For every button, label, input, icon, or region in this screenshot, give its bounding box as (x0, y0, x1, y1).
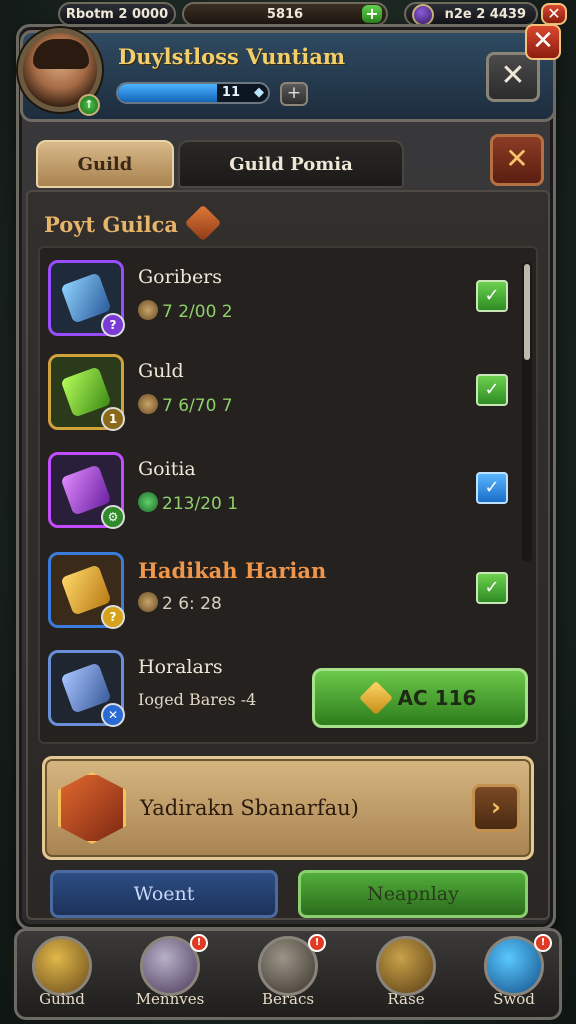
shield-icon (376, 936, 436, 996)
item-checkbox[interactable]: ✓ (476, 572, 508, 604)
badge-icon: ? (101, 605, 125, 629)
hammer-item-icon: ✕ (48, 650, 125, 727)
cube-item-icon: ? (48, 260, 125, 337)
item-description: Ioged Bares -4 (138, 690, 257, 709)
tab-guild-pomia[interactable]: Guild Pomia (178, 140, 404, 188)
item-checkbox[interactable]: ✓ (476, 280, 508, 312)
item-stat: 2 6: 28 (138, 592, 222, 614)
nav-item-mennves[interactable]: ! Mennves (118, 934, 222, 1018)
gem-icon (138, 492, 158, 512)
claim-button-label: AC 116 (397, 686, 477, 710)
item-stat-value: 213/20 1 (162, 494, 239, 514)
close-panel-button[interactable]: ✕ (525, 24, 561, 60)
nav-item-swod[interactable]: ! Swod (462, 934, 566, 1018)
guild-icon (32, 936, 92, 996)
close-tabs-button[interactable]: ✕ (490, 134, 544, 186)
badge-icon: ✕ (101, 703, 125, 727)
item-stat: 7 6/70 7 (138, 394, 233, 416)
item-stat: 213/20 1 (138, 492, 238, 514)
sword-item-icon: 1 (48, 354, 125, 431)
badge-icon: ? (101, 313, 125, 337)
currency-right-value: n2e 2 4439 (444, 6, 526, 22)
add-xp-button[interactable]: + (280, 82, 308, 106)
item-checkbox[interactable]: ✓ (476, 374, 508, 406)
list-item[interactable]: ⚙ Goitia 213/20 1 ✓ (44, 452, 514, 542)
nav-label: Rase (387, 990, 425, 1008)
claim-button[interactable]: AC 116 (312, 668, 528, 728)
close-top-button[interactable]: ✕ (541, 3, 567, 25)
item-stat-value: 7 6/70 7 (162, 396, 233, 416)
item-name: Hadikah Harian (138, 558, 327, 583)
nav-label: Swod (493, 990, 535, 1008)
item-stat-value: 7 2/00 2 (162, 302, 233, 322)
currency-mid[interactable]: 5816 + (182, 2, 388, 26)
currency-left-value: Rbotm 2 0000 (65, 6, 169, 22)
coin-icon (138, 300, 158, 320)
item-name: Guld (138, 360, 184, 382)
section-title: Poyt Guilca (44, 212, 178, 237)
badge-icon: 1 (101, 407, 125, 431)
nav-item-rase[interactable]: Rase (354, 934, 458, 1018)
gem-icon (412, 4, 434, 26)
coin-icon (138, 394, 158, 414)
xp-value: 11 (221, 85, 240, 100)
currency-right[interactable]: n2e 2 4439 (404, 2, 538, 26)
item-stat-value: 2 6: 28 (162, 594, 222, 614)
level-badge-icon: ↑ (78, 94, 100, 116)
xp-bar: 11 ◆ (116, 82, 270, 104)
notification-badge: ! (190, 934, 208, 952)
list-item[interactable]: ? Hadikah Harian 2 6: 28 ✓ (44, 552, 514, 642)
avatar-hair (33, 39, 89, 69)
scrollbar-thumb[interactable] (524, 264, 530, 360)
notification-badge: ! (534, 934, 552, 952)
item-name: Goribers (138, 266, 223, 288)
chevron-right-icon[interactable]: › (472, 784, 520, 832)
axe-item-icon: ⚙ (48, 452, 125, 529)
item-name: Horalars (138, 656, 223, 678)
coin-icon (138, 592, 158, 612)
gem-icon (358, 681, 393, 715)
list-item[interactable]: ? Goribers 7 2/00 2 ✓ (44, 260, 514, 350)
nav-label: Guind (39, 990, 85, 1008)
blue-button[interactable]: Woent (50, 870, 278, 918)
plus-icon[interactable]: + (362, 5, 382, 23)
tab-guild[interactable]: Guild (36, 140, 174, 188)
nav-label: Mennves (135, 990, 205, 1008)
nav-item-guind[interactable]: Guind (10, 934, 114, 1018)
currency-left[interactable]: Rbotm 2 0000 (58, 2, 176, 26)
item-checkbox[interactable]: ✓ (476, 472, 508, 504)
green-button[interactable]: Neapnlay (298, 870, 528, 918)
currency-mid-value: 5816 (266, 6, 304, 22)
nav-item-beracs[interactable]: ! Beracs (236, 934, 340, 1018)
player-name: Duylstloss Vuntiam (118, 44, 346, 69)
list-item[interactable]: 1 Guld 7 6/70 7 ✓ (44, 354, 514, 444)
item-stat: 7 2/00 2 (138, 300, 233, 322)
chest-item-icon: ? (48, 552, 125, 629)
banner-text: Yadirakn Sbanarfau) (140, 796, 359, 820)
xp-fill (118, 84, 217, 102)
xp-arrow-icon: ◆ (254, 85, 264, 100)
badge-icon: ⚙ (101, 505, 125, 529)
nav-label: Beracs (261, 990, 315, 1008)
item-name: Goitia (138, 458, 196, 480)
notification-badge: ! (308, 934, 326, 952)
